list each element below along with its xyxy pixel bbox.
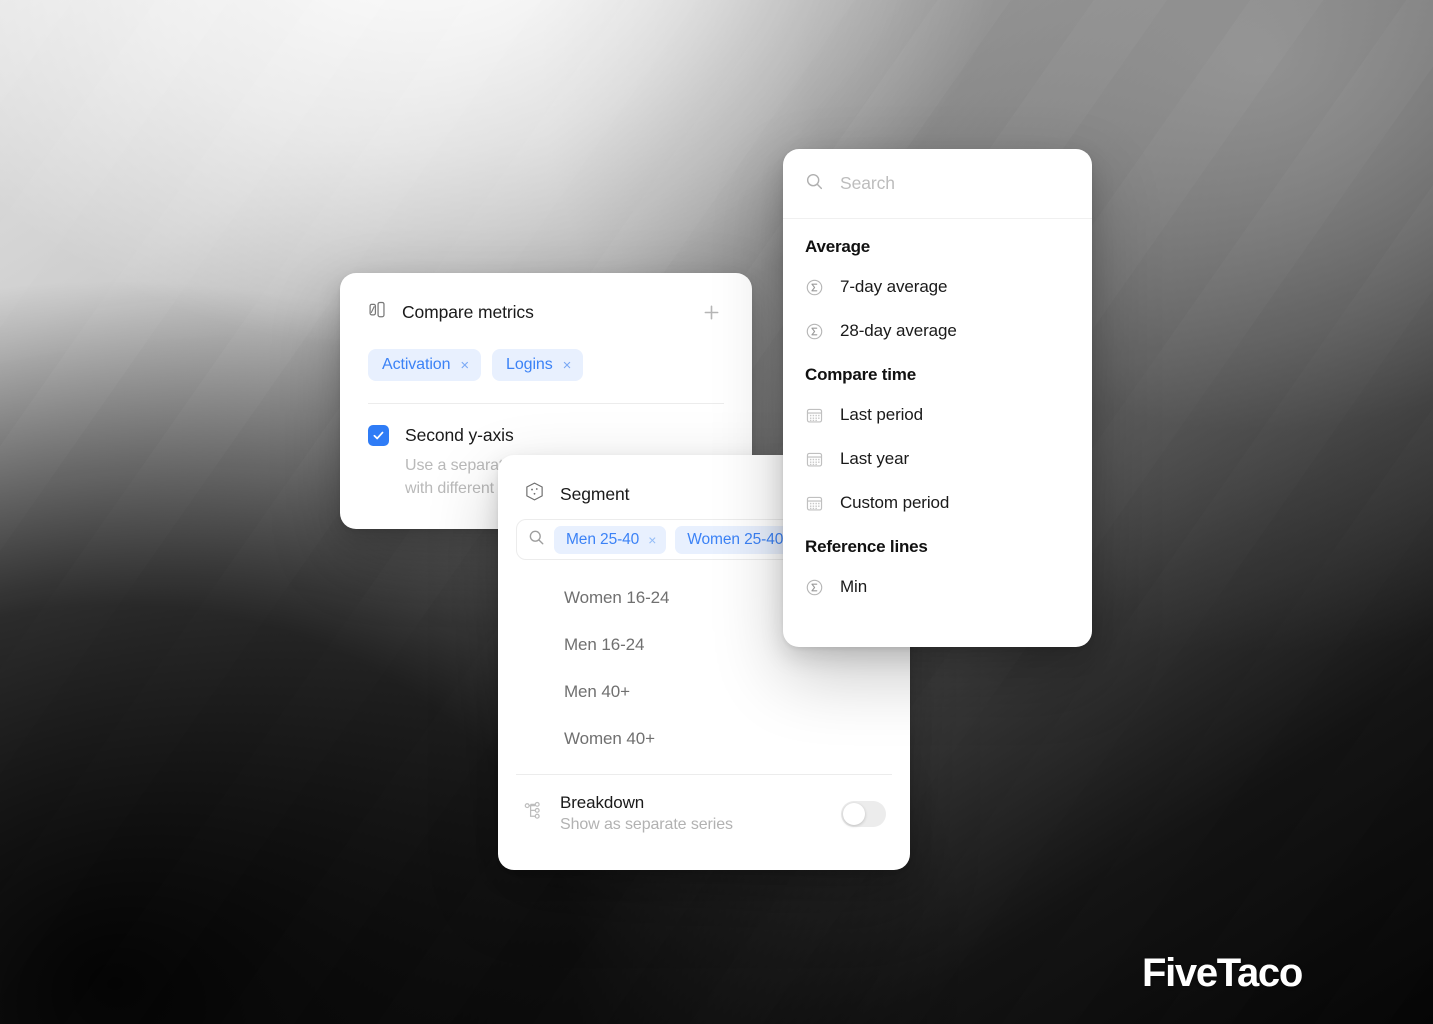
breakdown-toggle[interactable]: [841, 800, 886, 827]
calendar-icon: [805, 450, 824, 469]
menu-item-label: Last year: [840, 449, 910, 468]
metric-chip-label: Logins: [506, 356, 553, 373]
menu-item-28-day-average[interactable]: 28-day average: [783, 309, 1092, 353]
divider: [368, 403, 724, 404]
metric-chip-row: Activation × Logins ×: [368, 349, 724, 381]
second-y-axis-row[interactable]: Second y-axis: [368, 425, 724, 446]
bar-compare-icon: [368, 300, 387, 324]
segment-chip-label: Men 25-40: [566, 530, 640, 548]
toggle-knob: [843, 802, 865, 825]
menu-item-last-year[interactable]: Last year: [783, 437, 1092, 481]
segment-chip-men-25-40[interactable]: Men 25-40 ×: [554, 525, 667, 554]
menu-search-row[interactable]: Search: [783, 149, 1092, 219]
segment-title: Segment: [560, 483, 630, 504]
menu-section-title-average: Average: [805, 237, 871, 256]
menu-item-label: 7-day average: [840, 277, 948, 296]
screenshot-stage: Compare metrics Activation × Logins × Se…: [0, 0, 1433, 1024]
menu-body: Average 7-day average 28-day average Com…: [783, 219, 1092, 609]
breakdown-row[interactable]: Breakdown Show as separate series: [498, 775, 910, 834]
metric-chip-label: Activation: [382, 356, 451, 373]
options-menu-panel: Search Average 7-day average 28-day aver…: [783, 149, 1092, 647]
segment-chip-label: Women 25-40: [687, 530, 784, 548]
cube-icon: [524, 481, 545, 507]
close-icon[interactable]: ×: [563, 358, 572, 373]
metric-chip-activation[interactable]: Activation ×: [368, 349, 482, 381]
menu-item-label: Min: [840, 577, 868, 596]
menu-item-label: 28-day average: [840, 321, 957, 340]
search-input[interactable]: Search: [840, 173, 895, 194]
close-icon[interactable]: ×: [648, 533, 656, 547]
menu-section-title-compare-time: Compare time: [805, 365, 916, 384]
menu-item-min[interactable]: Min: [783, 565, 1092, 609]
search-icon: [528, 529, 545, 551]
menu-item-last-period[interactable]: Last period: [783, 393, 1092, 437]
metric-chip-logins[interactable]: Logins ×: [492, 349, 584, 381]
add-metric-icon[interactable]: [698, 299, 724, 325]
list-item[interactable]: Men 40+: [498, 668, 910, 715]
second-y-axis-checkbox[interactable]: [368, 425, 389, 446]
close-icon[interactable]: ×: [460, 358, 469, 373]
breakdown-subtitle: Show as separate series: [560, 816, 733, 833]
menu-item-label: Custom period: [840, 493, 950, 512]
sigma-circle-icon: [805, 278, 824, 297]
calendar-icon: [805, 494, 824, 513]
menu-item-custom-period[interactable]: Custom period: [783, 481, 1092, 525]
menu-item-7-day-average[interactable]: 7-day average: [783, 265, 1092, 309]
search-icon: [805, 172, 824, 196]
list-item[interactable]: Women 40+: [498, 715, 910, 762]
second-y-axis-label: Second y-axis: [405, 425, 514, 445]
page-title: Compare metrics: [402, 301, 534, 322]
brand-logo: FiveTaco: [1141, 951, 1303, 995]
breakdown-texts: Breakdown Show as separate series: [560, 793, 733, 834]
hierarchy-icon: [522, 800, 544, 827]
sigma-circle-icon: [805, 322, 824, 341]
compare-metrics-header: Compare metrics: [368, 299, 724, 325]
breakdown-title: Breakdown: [560, 793, 645, 812]
menu-section-title-reference-lines: Reference lines: [805, 537, 928, 556]
calendar-icon: [805, 406, 824, 425]
menu-item-label: Last period: [840, 405, 924, 424]
sigma-circle-icon: [805, 578, 824, 597]
